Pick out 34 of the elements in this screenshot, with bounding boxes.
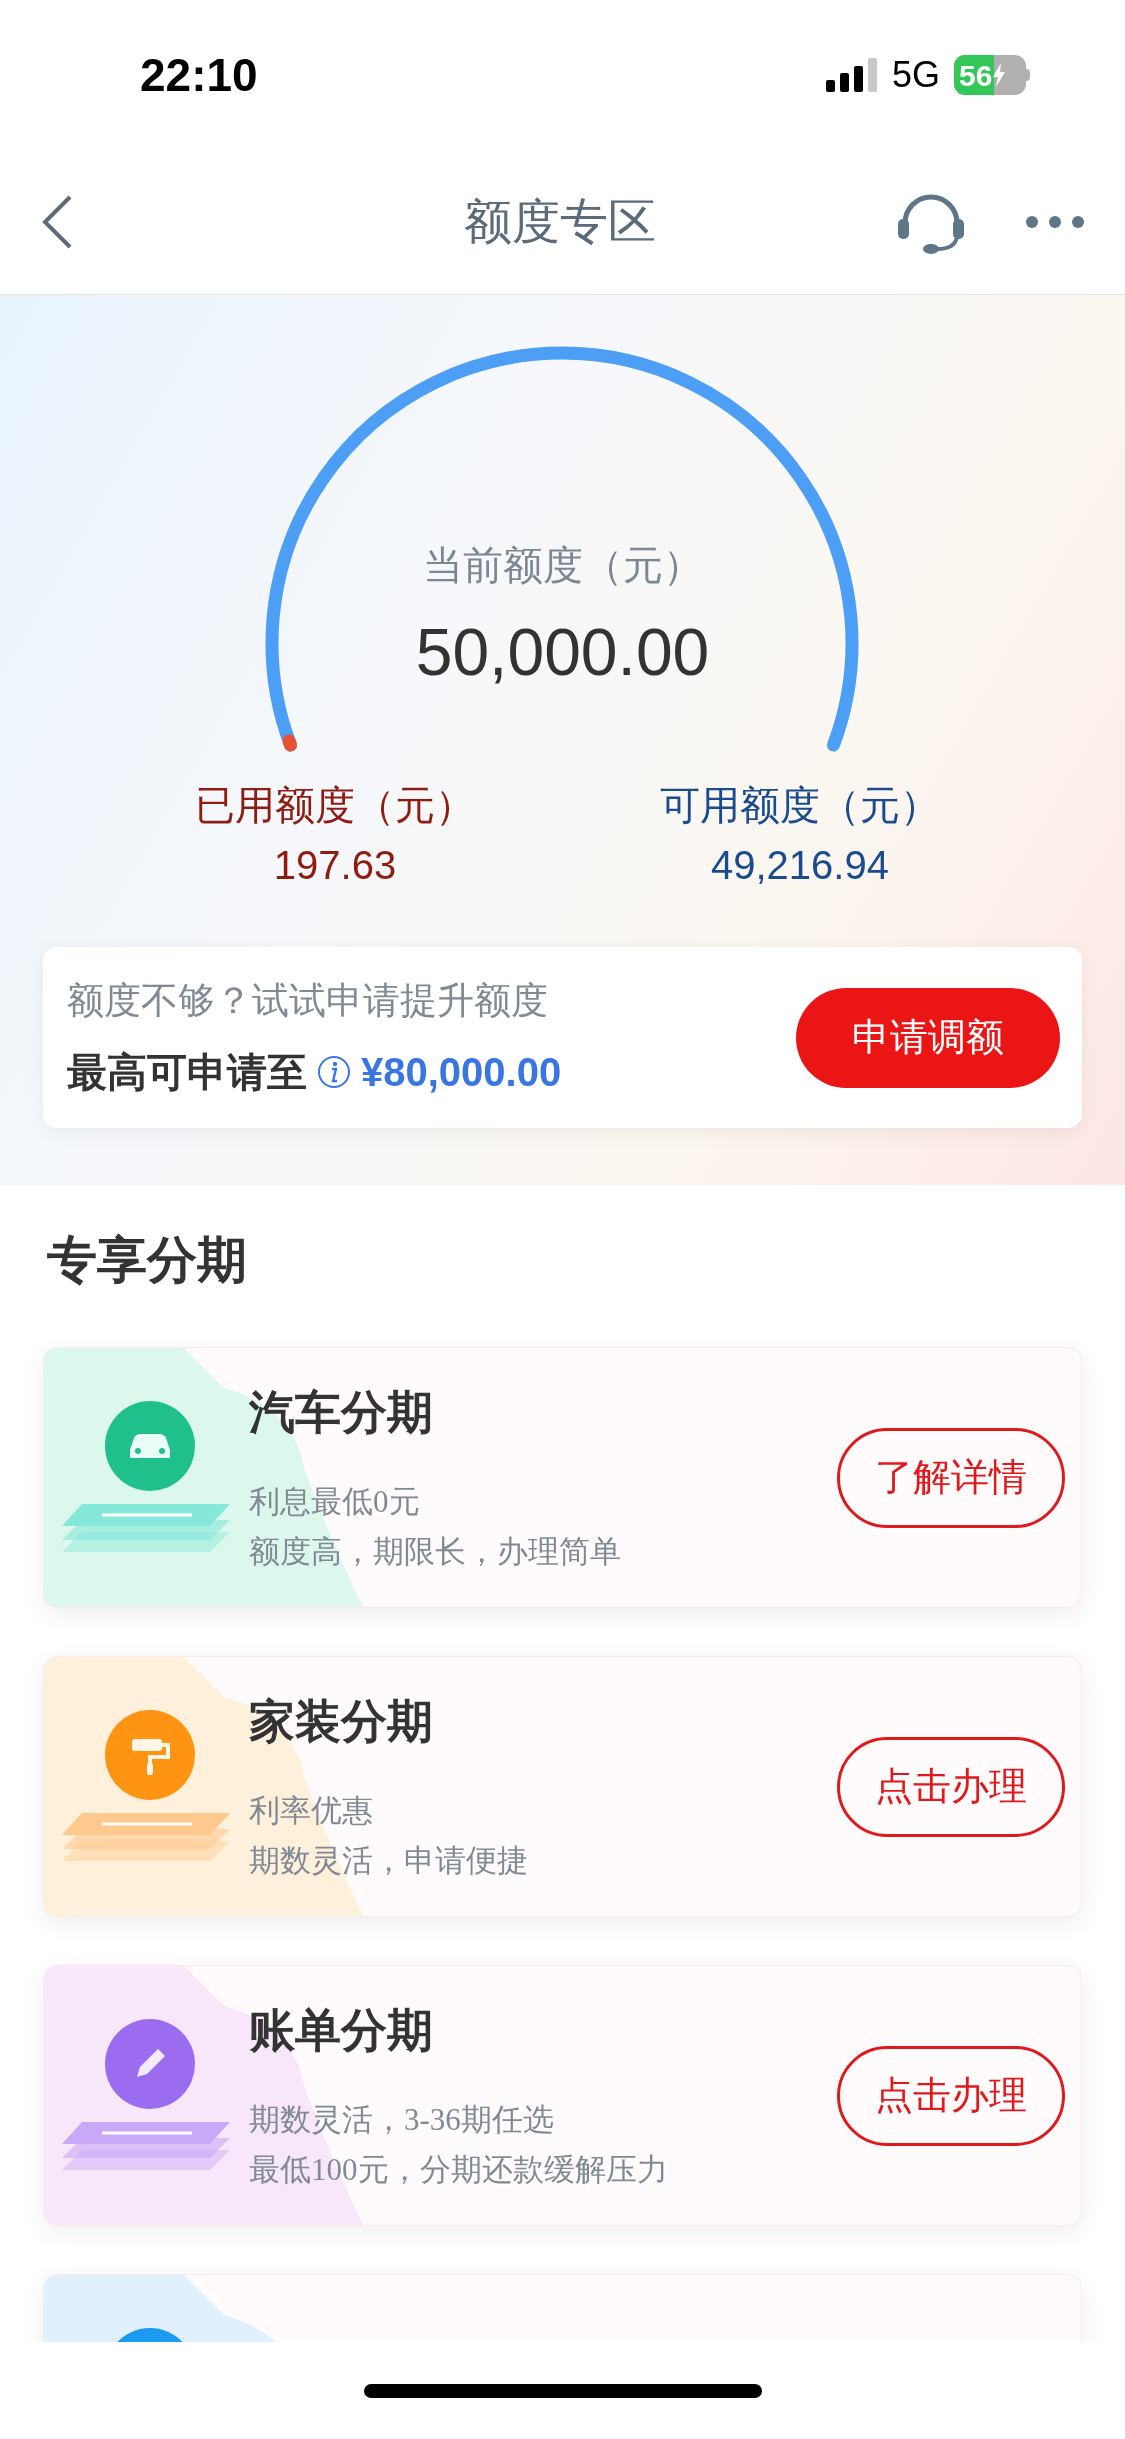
product-title: 家装分期 <box>249 1694 434 1749</box>
available-quota-amount: 49,216.94 <box>711 842 889 889</box>
current-quota-label: 当前额度（元） <box>422 542 703 589</box>
section-title: 专享分期 <box>47 1232 247 1288</box>
product-title: 汽车分期 <box>249 1385 434 1440</box>
apply-adjust-button[interactable]: 申请调额 <box>796 987 1060 1088</box>
product-title: 账单分期 <box>249 2003 434 2058</box>
product-description: 额度高，期限长，办理简单 <box>249 1533 622 1571</box>
max-limit-amount: ¥80,000.00 <box>361 1049 562 1097</box>
product-description: 利率优惠 <box>249 1792 374 1830</box>
product-description: 最低100元，分期还款缓解压力 <box>249 2151 669 2189</box>
more-icon[interactable] <box>1025 215 1085 229</box>
current-quota-amount: 50,000.00 <box>415 614 710 691</box>
max-limit-label: 最高可申请至 <box>67 1049 307 1097</box>
available-quota-label: 可用额度（元） <box>660 782 940 829</box>
used-quota-amount: 197.63 <box>273 842 397 889</box>
product-action-button[interactable]: 点击办理 <box>837 1736 1065 1837</box>
product-description: 利息最低0元 <box>249 1483 421 1521</box>
paint-roller-icon <box>104 1709 196 1801</box>
info-icon[interactable] <box>317 1055 351 1090</box>
page-title: 额度专区 <box>463 194 656 250</box>
back-icon[interactable] <box>40 194 74 250</box>
product-action-button[interactable]: 了解详情 <box>837 1427 1065 1528</box>
product-action-button[interactable]: 点击办理 <box>837 2045 1065 2146</box>
promo-text: 额度不够？试试申请提升额度 <box>67 978 549 1023</box>
network-label: 5G <box>891 53 940 97</box>
used-quota-label: 已用额度（元） <box>195 782 475 829</box>
product-description: 期数灵活，申请便捷 <box>249 1842 529 1880</box>
signal-icon <box>825 58 878 92</box>
pencil-icon <box>104 2018 196 2110</box>
battery-indicator: 56 <box>954 55 1030 95</box>
car-icon <box>104 1400 196 1492</box>
product-description: 期数灵活，3-36期任选 <box>249 2101 555 2139</box>
status-time: 22:10 <box>140 47 258 103</box>
